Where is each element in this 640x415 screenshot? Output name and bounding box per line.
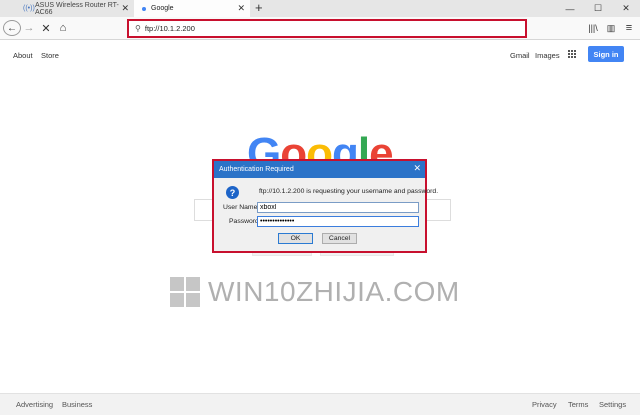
new-tab-button[interactable]: +	[255, 1, 263, 15]
library-icon: |||\	[588, 23, 598, 33]
back-button[interactable]: ←	[3, 20, 21, 36]
about-link[interactable]: About	[13, 51, 33, 60]
dialog-title-bar: Authentication Required ✕	[214, 161, 425, 178]
router-icon: ((•))	[23, 5, 35, 12]
sidebar-button[interactable]: ▥	[604, 20, 618, 36]
close-tab-icon[interactable]: ✕	[237, 3, 245, 14]
cancel-button[interactable]: Cancel	[322, 233, 357, 244]
settings-link[interactable]: Settings	[599, 400, 626, 409]
stop-button[interactable]: ✕	[39, 20, 53, 36]
tab-label: Google	[151, 5, 174, 12]
tab-label: ASUS Wireless Router RT-AC66	[35, 1, 119, 16]
close-tab-icon[interactable]: ✕	[121, 3, 129, 14]
navigation-toolbar: ← → ✕ ⌂ ⚲ |||\ ▥ ≡	[0, 17, 640, 40]
watermark: WIN10ZHIJIA.COM	[170, 276, 460, 308]
forward-button[interactable]: →	[22, 20, 36, 36]
store-link[interactable]: Store	[41, 51, 59, 60]
menu-button[interactable]: ≡	[622, 20, 636, 36]
minimize-button[interactable]: —	[556, 0, 584, 17]
dialog-title: Authentication Required	[219, 166, 294, 173]
password-label: Password:	[229, 218, 261, 225]
tab-asus-router[interactable]: ((•)) ASUS Wireless Router RT-AC66 ✕	[17, 0, 134, 17]
advertising-link[interactable]: Advertising	[16, 400, 53, 409]
gmail-link[interactable]: Gmail	[510, 51, 530, 60]
window-close-button[interactable]: ✕	[612, 0, 640, 17]
username-label: User Name:	[223, 204, 260, 211]
home-icon: ⌂	[59, 22, 67, 34]
hamburger-menu-icon: ≡	[625, 22, 633, 34]
apps-grid-icon[interactable]	[568, 50, 577, 59]
dialog-close-icon[interactable]: ✕	[413, 163, 421, 174]
username-field[interactable]	[257, 202, 419, 213]
authentication-dialog: Authentication Required ✕ ? ftp://10.1.2…	[212, 159, 438, 253]
page-footer: Advertising Business Privacy Terms Setti…	[0, 393, 640, 415]
images-link[interactable]: Images	[535, 51, 560, 60]
search-icon: ⚲	[135, 24, 141, 33]
google-favicon-icon	[142, 6, 146, 11]
question-icon: ?	[226, 186, 239, 199]
tab-strip: ((•)) ASUS Wireless Router RT-AC66 ✕ Goo…	[0, 0, 640, 17]
sidebar-icon: ▥	[606, 22, 616, 33]
password-field[interactable]	[257, 216, 419, 227]
address-bar[interactable]: ⚲	[127, 19, 527, 38]
business-link[interactable]: Business	[62, 400, 92, 409]
url-input[interactable]	[144, 24, 345, 33]
dialog-message: ftp://10.1.2.200 is requesting your user…	[259, 188, 439, 195]
back-arrow-icon: ←	[7, 22, 17, 34]
stop-x-icon: ✕	[41, 22, 51, 35]
library-button[interactable]: |||\	[586, 20, 600, 36]
forward-arrow-icon: →	[23, 22, 35, 34]
home-button[interactable]: ⌂	[56, 20, 70, 36]
tab-google[interactable]: Google ✕	[134, 0, 250, 17]
sign-in-button[interactable]: Sign in	[588, 46, 624, 62]
ok-button[interactable]: OK	[278, 233, 313, 244]
privacy-link[interactable]: Privacy	[532, 400, 557, 409]
maximize-button[interactable]: ☐	[584, 0, 612, 17]
terms-link[interactable]: Terms	[568, 400, 588, 409]
watermark-text: WIN10ZHIJIA.COM	[208, 276, 460, 307]
windows-logo-icon	[170, 277, 200, 307]
